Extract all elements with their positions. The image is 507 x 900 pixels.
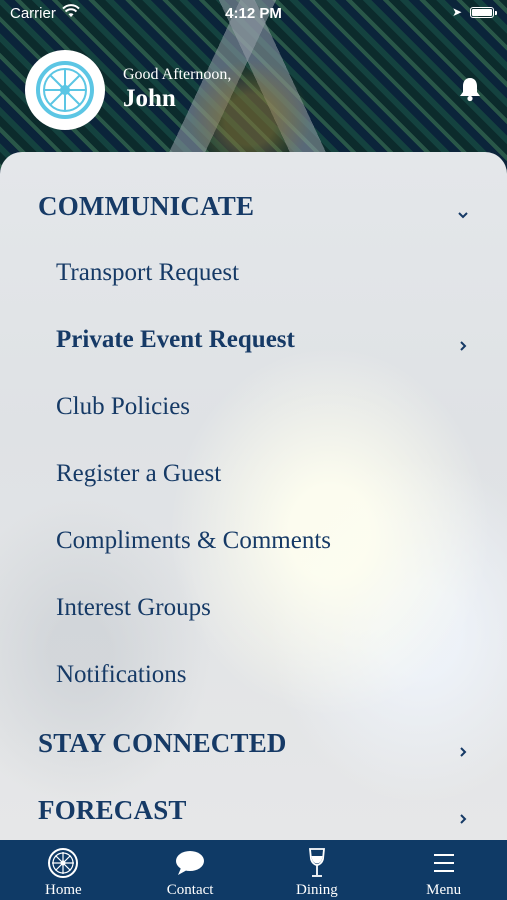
menu-item-label: Notifications	[56, 661, 187, 688]
menu-item-register-guest[interactable]: Register a Guest	[0, 444, 507, 504]
status-bar: Carrier 4:12 PM ➤	[0, 0, 507, 30]
menu-item-label: Interest Groups	[56, 594, 211, 621]
section-communicate[interactable]: COMMUNICATE	[0, 176, 507, 236]
tab-label: Contact	[166, 882, 214, 898]
menu-item-transport-request[interactable]: Transport Request	[0, 243, 507, 303]
section-stay-connected[interactable]: STAY CONNECTED	[0, 713, 507, 773]
wheel-icon	[47, 848, 79, 878]
menu-item-notifications[interactable]: Notifications	[0, 645, 507, 705]
tab-label: Dining	[296, 882, 338, 898]
tab-menu[interactable]: Menu	[380, 840, 507, 900]
wine-glass-icon	[307, 848, 327, 878]
chat-bubble-icon	[175, 848, 205, 878]
chevron-right-icon	[456, 802, 470, 833]
section-label: FORECAST	[38, 794, 187, 825]
menu-item-interest-groups[interactable]: Interest Groups	[0, 578, 507, 638]
menu-item-label: Private Event Request	[56, 326, 295, 353]
tab-contact[interactable]: Contact	[127, 840, 254, 900]
section-forecast[interactable]: FORECAST	[0, 780, 507, 840]
battery-icon	[470, 7, 497, 18]
menu-panel: COMMUNICATE Transport Request Private Ev…	[0, 152, 507, 842]
location-arrow-icon: ➤	[452, 5, 463, 19]
chevron-right-icon	[456, 735, 470, 766]
tab-label: Menu	[426, 882, 462, 898]
tab-label: Home	[45, 882, 82, 898]
menu-item-label: Transport Request	[56, 259, 240, 286]
clock: 4:12 PM	[225, 5, 282, 22]
greeting-text: Good Afternoon,	[123, 66, 232, 83]
section-label: COMMUNICATE	[38, 190, 255, 221]
menu-item-compliments-comments[interactable]: Compliments & Comments	[0, 511, 507, 571]
hamburger-icon	[432, 848, 456, 878]
tab-dining[interactable]: Dining	[254, 840, 381, 900]
chevron-down-icon	[456, 198, 470, 229]
tab-bar: Home Contact Dining Menu	[0, 840, 507, 900]
chevron-right-icon	[456, 332, 470, 360]
wheel-logo-icon	[36, 61, 94, 119]
menu-item-private-event-request[interactable]: Private Event Request	[0, 310, 507, 370]
menu-item-label: Register a Guest	[56, 460, 222, 487]
bell-icon[interactable]	[458, 76, 482, 107]
menu-item-label: Club Policies	[56, 393, 191, 420]
user-name: John	[123, 85, 176, 112]
menu-item-club-policies[interactable]: Club Policies	[0, 377, 507, 437]
section-label: STAY CONNECTED	[38, 727, 287, 758]
club-logo-avatar[interactable]	[25, 50, 105, 130]
tab-home[interactable]: Home	[0, 840, 127, 900]
menu-item-label: Compliments & Comments	[56, 527, 332, 554]
